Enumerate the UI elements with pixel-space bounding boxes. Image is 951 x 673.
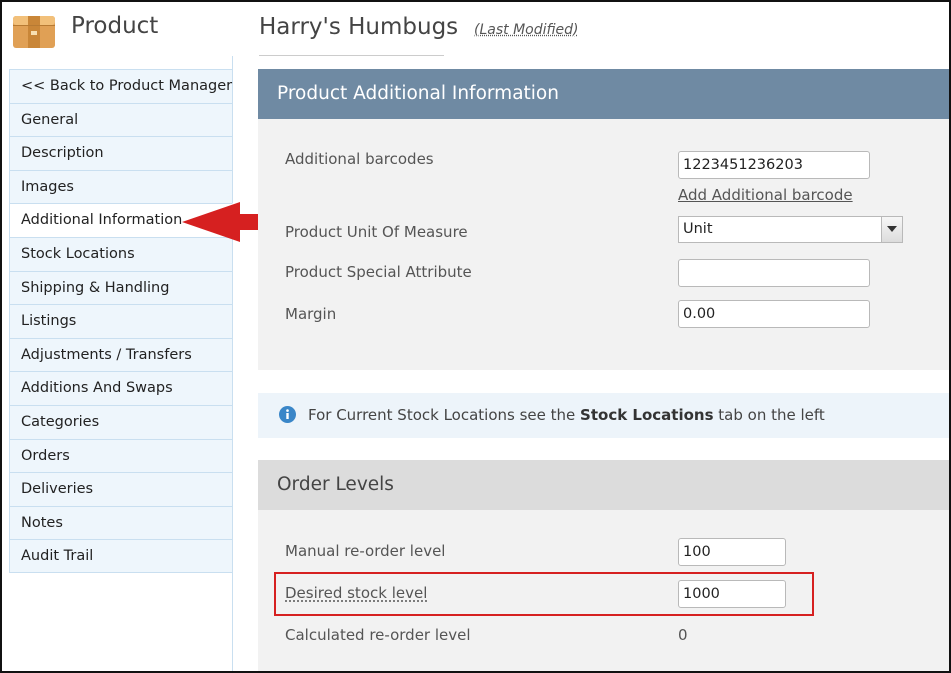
calculated-reorder-label: Calculated re-order level [285,626,471,644]
special-attribute-label: Product Special Attribute [285,263,472,281]
title-divider [259,55,444,56]
manual-reorder-input[interactable] [678,538,786,566]
sidebar-item-back[interactable]: << Back to Product Manager [9,69,233,103]
unit-of-measure-label: Product Unit Of Measure [285,223,468,241]
sidebar-item-notes[interactable]: Notes [9,505,233,540]
manual-reorder-label: Manual re-order level [285,542,446,560]
sidebar-nav: << Back to Product Manager General Descr… [9,69,233,573]
sidebar-item-adjustments[interactable]: Adjustments / Transfers [9,337,233,372]
dropdown-button[interactable] [881,217,902,242]
product-name: Harry's Humbugs [259,14,459,40]
calculated-reorder-value: 0 [678,626,688,644]
sidebar-item-images[interactable]: Images [9,169,233,204]
margin-label: Margin [285,305,337,323]
order-levels-panel: Order Levels Manual re-order level Desir… [258,460,951,673]
sidebar-item-deliveries[interactable]: Deliveries [9,472,233,506]
additional-info-panel: Product Additional Information Additiona… [258,69,951,370]
sidebar-item-orders[interactable]: Orders [9,438,233,473]
product-box-icon [13,16,55,48]
sidebar-item-audit-trail[interactable]: Audit Trail [9,539,233,573]
order-levels-title: Order Levels [258,460,951,510]
unit-of-measure-select[interactable]: Unit [678,216,903,243]
info-text: For Current Stock Locations see the Stoc… [308,406,825,424]
sidebar-item-general[interactable]: General [9,102,233,137]
info-text-before: For Current Stock Locations see the [308,406,581,424]
sidebar-item-description[interactable]: Description [9,136,233,170]
info-text-after: tab on the left [713,406,825,424]
info-text-bold: Stock Locations [580,406,714,424]
app-title: Product [71,13,159,39]
margin-input[interactable] [678,300,870,328]
additional-info-title: Product Additional Information [258,69,951,119]
additional-barcode-input[interactable] [678,151,870,179]
additional-barcodes-label: Additional barcodes [285,150,434,168]
sidebar-item-additions-swaps[interactable]: Additions And Swaps [9,371,233,405]
sidebar-item-shipping[interactable]: Shipping & Handling [9,270,233,305]
desired-stock-highlight-box [274,572,814,616]
info-icon [279,406,296,423]
special-attribute-input[interactable] [678,259,870,287]
add-additional-barcode-link[interactable]: Add Additional barcode [678,186,853,204]
last-modified-link[interactable]: (Last Modified) [474,22,579,38]
sidebar-item-categories[interactable]: Categories [9,404,233,439]
unit-of-measure-value: Unit [683,221,713,237]
chevron-down-icon [887,226,897,232]
stock-locations-info-banner: For Current Stock Locations see the Stoc… [258,393,951,438]
sidebar-item-listings[interactable]: Listings [9,304,233,338]
